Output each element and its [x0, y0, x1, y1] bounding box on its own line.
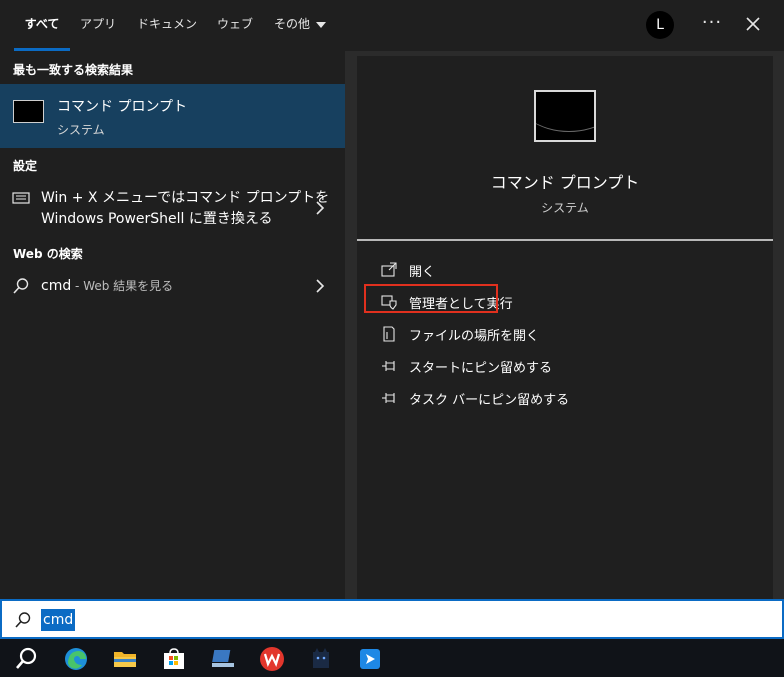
app-icon[interactable] — [210, 646, 236, 672]
action-open-file-location-label: ファイルの場所を開く — [409, 329, 540, 344]
web-search-text: cmd - Web 結果を見る — [41, 276, 173, 297]
taskbar — [0, 639, 784, 677]
tab-web[interactable]: ウェブ — [214, 0, 256, 51]
wps-icon[interactable] — [259, 646, 285, 672]
tab-apps[interactable]: アプリ — [78, 0, 118, 51]
tab-more-label: その他 — [273, 17, 310, 31]
search-icon — [13, 278, 29, 294]
command-prompt-large-icon — [534, 90, 596, 142]
action-pin-to-taskbar-label: タスク バーにピン留めする — [409, 393, 570, 408]
command-prompt-icon — [13, 100, 44, 123]
keyboard-icon — [12, 192, 30, 204]
highlight-box — [364, 284, 498, 313]
settings-header: 設定 — [13, 159, 38, 173]
best-match-header: 最も一致する検索結果 — [13, 63, 134, 77]
chevron-down-icon — [316, 21, 326, 28]
best-match-subtitle: システム — [57, 123, 105, 137]
chevron-right-icon — [316, 279, 325, 293]
search-input[interactable]: cmd — [41, 609, 76, 631]
tab-all[interactable]: すべて — [14, 0, 70, 51]
results-pane: 最も一致する検索結果 コマンド プロンプト システム 設定 Win + X メニ… — [0, 51, 345, 599]
chevron-right-icon — [316, 201, 325, 215]
more-options-icon[interactable]: ··· — [700, 12, 724, 36]
pin-icon — [382, 361, 395, 371]
best-match-item[interactable]: コマンド プロンプト システム — [0, 84, 345, 148]
preview-card: コマンド プロンプト システム 開く 管理者として実行 ファイルの場所を開く ス… — [357, 56, 773, 599]
file-explorer-icon[interactable] — [112, 646, 138, 672]
store-icon[interactable] — [161, 646, 187, 672]
best-match-title: コマンド プロンプト — [57, 99, 188, 115]
preview-pane: コマンド プロンプト システム 開く 管理者として実行 ファイルの場所を開く ス… — [345, 51, 784, 599]
settings-item[interactable]: Win + X メニューではコマンド プロンプトを Windows PowerS… — [0, 185, 345, 231]
action-pin-to-start-label: スタートにピン留めする — [409, 361, 553, 376]
search-tabs-bar: すべて アプリ ドキュメント ウェブ その他 L ··· — [0, 0, 784, 80]
pin-icon — [382, 393, 395, 403]
settings-item-line2: Windows PowerShell に置き換える — [41, 211, 273, 227]
arrow-app-icon[interactable] — [357, 646, 383, 672]
file-location-icon — [383, 326, 395, 342]
search-icon[interactable] — [13, 646, 39, 672]
preview-title: コマンド プロンプト — [490, 173, 640, 192]
edge-icon[interactable] — [63, 646, 89, 672]
web-search-query: cmd — [41, 278, 72, 294]
avatar[interactable]: L — [646, 11, 674, 39]
web-search-header: Web の検索 — [13, 247, 83, 261]
icon-shine — [536, 92, 594, 132]
search-box[interactable]: cmd — [0, 599, 784, 639]
search-icon — [15, 612, 31, 628]
tab-more[interactable]: その他 — [270, 0, 330, 51]
web-search-suffix: - Web 結果を見る — [71, 279, 174, 293]
open-icon — [381, 262, 397, 277]
divider — [357, 239, 773, 241]
cat-app-icon[interactable] — [308, 646, 334, 672]
web-search-item[interactable]: cmd - Web 結果を見る — [0, 273, 345, 299]
settings-item-line1: Win + X メニューではコマンド プロンプトを — [41, 190, 330, 206]
close-icon[interactable] — [742, 13, 764, 35]
preview-subtitle: システム — [541, 201, 589, 215]
tab-documents[interactable]: ドキュメント — [134, 0, 200, 80]
action-open-label: 開く — [409, 265, 436, 280]
